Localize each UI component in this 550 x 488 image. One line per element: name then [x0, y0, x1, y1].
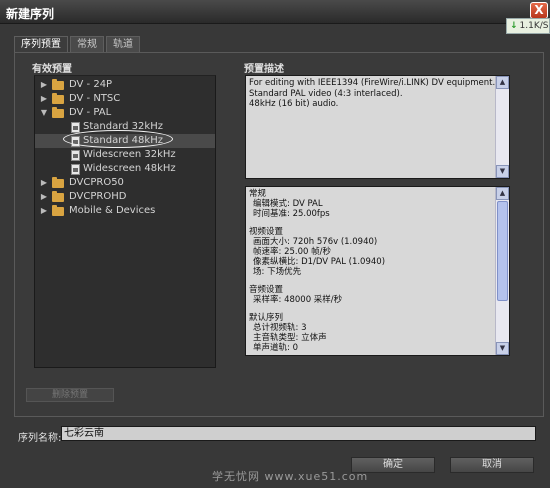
description-heading: 预置描述 [244, 64, 284, 75]
scroll-thumb[interactable] [497, 201, 508, 301]
info-line: 主音轨类型: 立体声 [253, 333, 327, 343]
delete-preset-button[interactable]: 删除预置 [26, 388, 114, 402]
tree-item-dv-pal[interactable]: ▼ DV - PAL [35, 106, 215, 120]
description-line: For editing with IEEE1394 (FireWire/i.LI… [249, 78, 496, 88]
collapse-arrow-icon[interactable]: ▼ [39, 106, 49, 120]
tree-item-mobile-devices[interactable]: ▶ Mobile & Devices [35, 204, 215, 218]
info-section-title: 默认序列 [249, 313, 284, 323]
download-speed-text: 1.1K/S [519, 21, 549, 31]
tree-item-label: DV - NTSC [69, 93, 121, 104]
expand-arrow-icon[interactable]: ▶ [39, 78, 49, 92]
info-line: 像素纵横比: D1/DV PAL (1.0940) [253, 257, 386, 267]
description-line: Standard PAL video (4:3 interlaced). [249, 88, 403, 99]
info-section-title: 常规 [249, 189, 267, 199]
tree-item-label: Widescreen 32kHz [83, 149, 176, 160]
info-line: 单声道轨: 0 [253, 343, 298, 353]
info-line: 总计视频轨: 3 [253, 323, 307, 333]
info-line: 时间基准: 25.00fps [253, 209, 330, 219]
description-scrollbar[interactable]: ▲ ▼ [495, 76, 509, 178]
tree-item-label: DV - PAL [69, 107, 112, 118]
preset-info-box: 常规 编辑模式: DV PAL 时间基准: 25.00fps 视频设置 画面大小… [245, 186, 510, 356]
download-speed-badge: ↓ 1.1K/S [506, 18, 550, 34]
window-title: 新建序列 [6, 7, 55, 21]
info-line: 采样率: 48000 采样/秒 [253, 295, 343, 305]
info-line: 编辑模式: DV PAL [253, 199, 323, 209]
tree-item-label: Mobile & Devices [69, 205, 156, 216]
sequence-name-input[interactable]: 七彩云南 [61, 426, 536, 441]
tree-item-label: DVCPROHD [69, 191, 127, 202]
expand-arrow-icon[interactable]: ▶ [39, 190, 49, 204]
scroll-down-icon[interactable]: ▼ [496, 342, 509, 355]
info-scrollbar[interactable]: ▲ ▼ [495, 187, 509, 355]
presets-heading: 有效预置 [32, 64, 72, 75]
preset-file-icon [71, 122, 80, 133]
cancel-button[interactable]: 取消 [450, 457, 534, 473]
info-section-title: 视频设置 [249, 227, 284, 237]
info-section-title: 音频设置 [249, 285, 284, 295]
sequence-name-label: 序列名称: [18, 433, 62, 444]
scroll-up-icon[interactable]: ▲ [496, 187, 509, 200]
tree-item-dvcprohd[interactable]: ▶ DVCPROHD [35, 190, 215, 204]
folder-icon [52, 177, 64, 188]
description-line: 48kHz (16 bit) audio. [249, 99, 339, 109]
folder-icon [52, 191, 64, 202]
title-bar: 新建序列 X [0, 0, 550, 24]
close-button[interactable]: X [530, 2, 548, 19]
tab-sequence-presets[interactable]: 序列预置 [14, 36, 68, 52]
preset-file-icon [71, 150, 80, 161]
preset-tree: ▶ DV - 24P ▶ DV - NTSC ▼ DV - PAL Standa… [34, 75, 216, 368]
folder-icon [52, 205, 64, 216]
watermark-text: 学无忧网 www.xue51.com [212, 470, 369, 483]
folder-icon [52, 93, 64, 104]
tree-item-widescreen-48khz[interactable]: Widescreen 48kHz [35, 162, 215, 176]
tree-item-dv-24p[interactable]: ▶ DV - 24P [35, 78, 215, 92]
tree-item-label: DV - 24P [69, 79, 113, 90]
tree-item-label: DVCPRO50 [69, 177, 124, 188]
tree-item-dv-ntsc[interactable]: ▶ DV - NTSC [35, 92, 215, 106]
expand-arrow-icon[interactable]: ▶ [39, 92, 49, 106]
tree-item-label: Widescreen 48kHz [83, 163, 176, 174]
tab-tracks[interactable]: 轨道 [106, 36, 140, 52]
folder-icon [52, 107, 64, 118]
scroll-down-icon[interactable]: ▼ [496, 165, 509, 178]
tab-bar: 序列预置 常规 轨道 [14, 36, 140, 52]
preset-file-icon [71, 164, 80, 175]
info-line: 场: 下场优先 [253, 267, 302, 277]
tree-item-widescreen-32khz[interactable]: Widescreen 32kHz [35, 148, 215, 162]
tree-item-dvcpro50[interactable]: ▶ DVCPRO50 [35, 176, 215, 190]
info-line: 帧速率: 25.00 帧/秒 [253, 247, 331, 257]
info-line: 画面大小: 720h 576v (1.0940) [253, 237, 378, 247]
scroll-up-icon[interactable]: ▲ [496, 76, 509, 89]
folder-icon [52, 79, 64, 90]
expand-arrow-icon[interactable]: ▶ [39, 176, 49, 190]
highlight-ellipse [63, 130, 173, 148]
download-arrow-icon: ↓ [510, 21, 518, 31]
tab-general[interactable]: 常规 [70, 36, 104, 52]
expand-arrow-icon[interactable]: ▶ [39, 204, 49, 218]
preset-description-box: For editing with IEEE1394 (FireWire/i.LI… [245, 75, 510, 179]
